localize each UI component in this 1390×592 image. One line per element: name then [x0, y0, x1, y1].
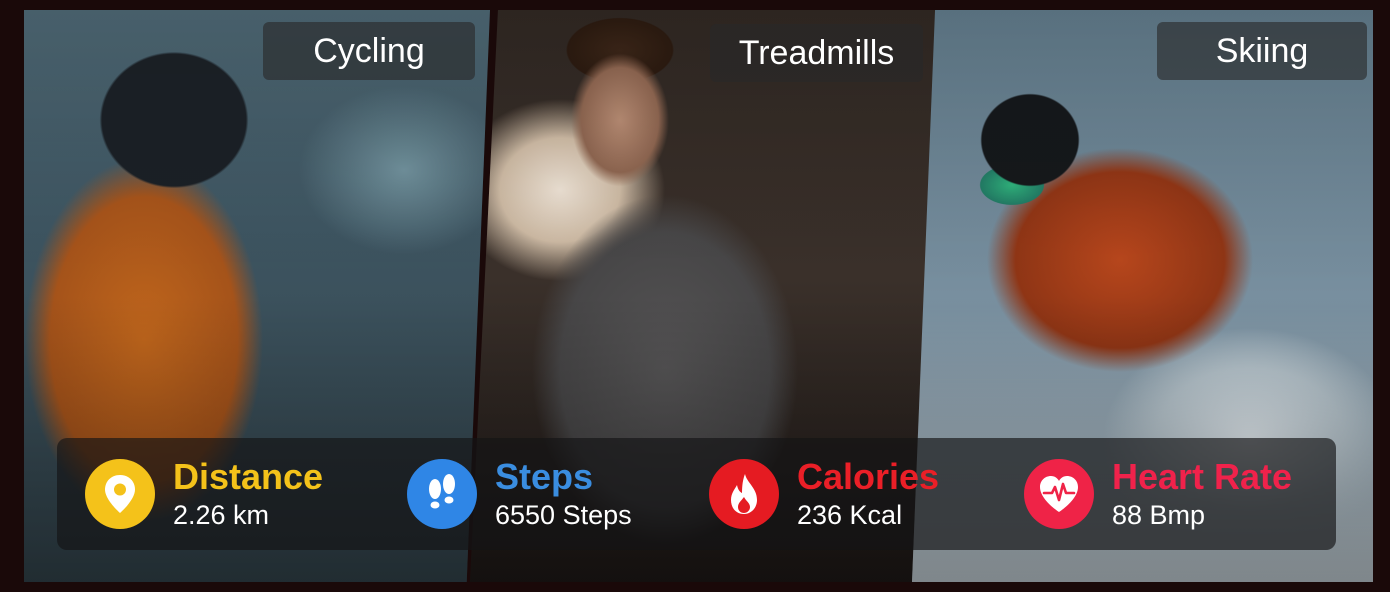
stat-value: 236 Kcal [797, 500, 903, 530]
stat-value: 2.26 km [173, 500, 270, 530]
treadmills-label: Treadmills [710, 24, 923, 82]
stat-value: 6550 Steps [495, 500, 632, 530]
stat-title: Heart Rate [1112, 456, 1293, 497]
stat-title: Distance [173, 456, 324, 497]
stat-distance: Distance 2.26 km [85, 438, 323, 550]
location-pin-icon [85, 459, 155, 529]
heart-pulse-icon [1024, 459, 1094, 529]
stat-title: Steps [495, 456, 594, 497]
skiing-label: Skiing [1157, 22, 1367, 80]
stat-steps: Steps 6550 Steps [407, 438, 632, 550]
stat-title: Calories [797, 456, 940, 497]
footprints-icon [407, 459, 477, 529]
cycling-label: Cycling [263, 22, 475, 80]
stat-value: 88 Bmp [1112, 500, 1206, 530]
banner-frame: Cycling Treadmills Skiing Distance 2.26 … [0, 0, 1390, 592]
stat-calories: Calories 236 Kcal [709, 438, 939, 550]
stat-heart-rate: Heart Rate 88 Bmp [1024, 438, 1292, 550]
flame-icon [709, 459, 779, 529]
stats-bar: Distance 2.26 km Steps 6550 Steps Calori… [57, 438, 1336, 550]
